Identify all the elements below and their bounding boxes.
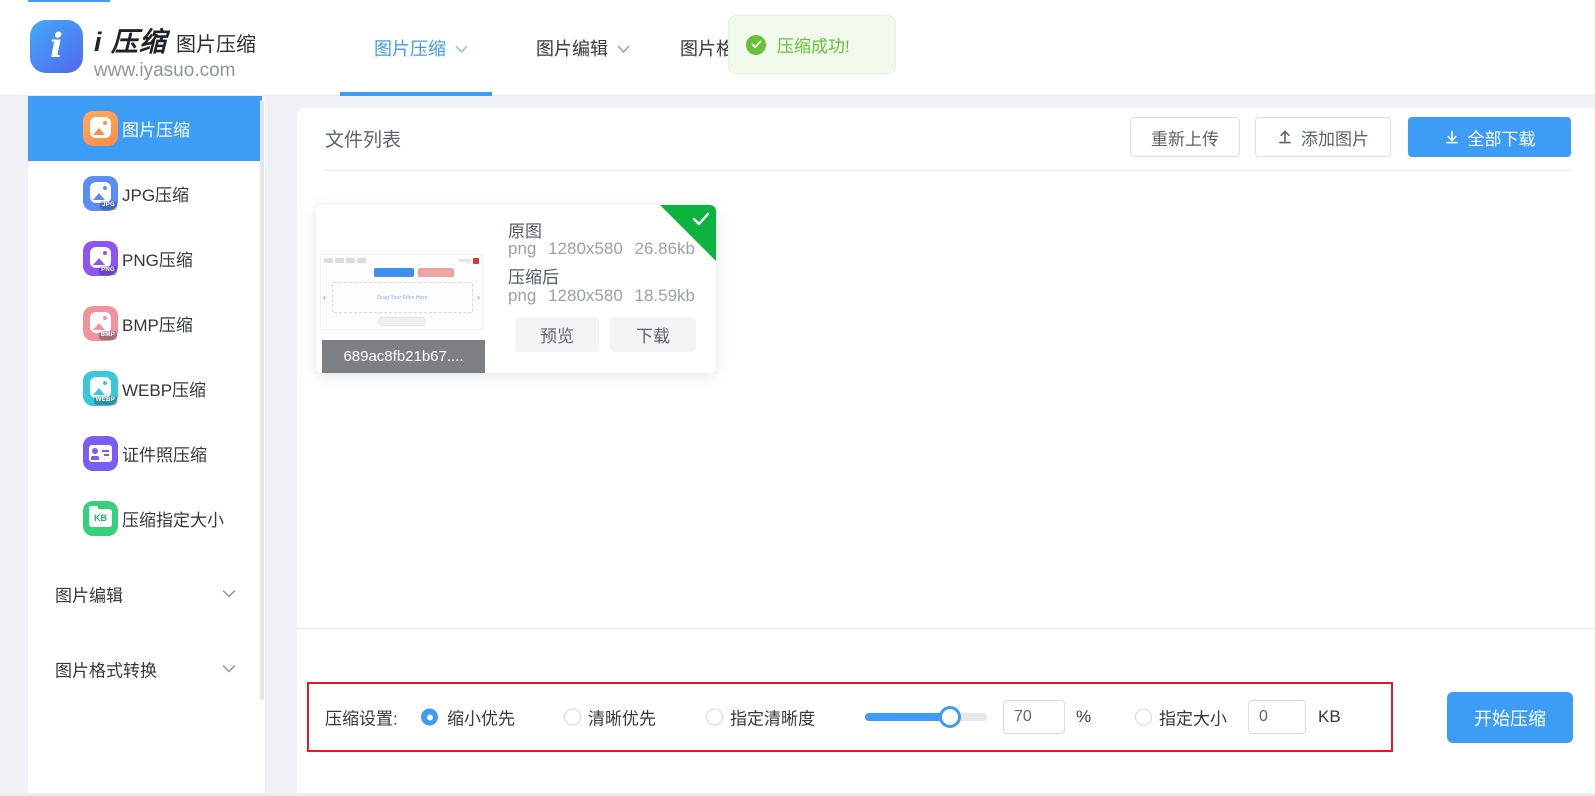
sidebar-item-label: BMP压缩 (122, 311, 193, 336)
preview-button[interactable]: 预览 (515, 317, 599, 352)
chevron-down-icon (222, 590, 236, 599)
nav-tab-label: 图片压缩 (374, 35, 446, 61)
thumb-close-icon (473, 258, 479, 264)
thumb-clear-button (418, 268, 454, 277)
success-check-icon (746, 35, 766, 55)
nav-tab-image-edit[interactable]: 图片编辑 (502, 0, 664, 96)
add-image-label: 添加图片 (1301, 125, 1369, 150)
success-toast: 压缩成功! (728, 15, 896, 74)
file-thumbnail[interactable]: Drag Your Files Here ‹ › (320, 254, 483, 330)
compressed-label: 压缩后 (508, 263, 559, 288)
filename-badge: 689ac8fb21b67.... (322, 340, 485, 373)
sidebar-item-label: PNG压缩 (122, 246, 193, 271)
sidebar-item-label: JPG压缩 (122, 181, 189, 206)
chevron-down-icon (222, 665, 236, 674)
kb-unit: KB (1318, 707, 1341, 727)
radio-custom-clarity[interactable] (706, 709, 723, 726)
reupload-button[interactable]: 重新上传 (1130, 117, 1240, 157)
main-panel: 文件列表 重新上传 添加图片 全部下载 Drag Your Files Here… (297, 108, 1595, 796)
sidebar-group-label: 图片格式转换 (55, 657, 157, 682)
thumb-upload-button (374, 268, 414, 277)
reupload-label: 重新上传 (1151, 125, 1219, 150)
toast-message: 压缩成功! (777, 32, 850, 57)
divider (325, 170, 1573, 171)
sidebar-item-label: 图片压缩 (122, 116, 190, 141)
sidebar-item-bmp-compress[interactable]: BMP BMP压缩 (28, 291, 262, 356)
sidebar-item-webp-compress[interactable]: WEBP WEBP压缩 (28, 356, 262, 421)
brand-title: i 压缩 (94, 20, 167, 59)
done-check-icon (692, 212, 710, 226)
page-title: 文件列表 (325, 125, 401, 152)
app-window: i i 压缩 图片压缩 www.iyasuo.com 图片压缩 图片编辑 图片格… (0, 0, 1595, 796)
sidebar-item-image-compress[interactable]: 图片压缩 (28, 96, 262, 161)
download-all-label: 全部下载 (1468, 125, 1536, 150)
add-image-button[interactable]: 添加图片 (1255, 117, 1391, 157)
upload-icon (1277, 129, 1293, 145)
logo-letter: i (50, 29, 63, 63)
thumb-dropzone: Drag Your Files Here (332, 282, 473, 313)
brand-logo[interactable]: i i 压缩 图片压缩 www.iyasuo.com (30, 20, 256, 82)
thumb-format-tags (324, 258, 366, 263)
sidebar-item-jpg-compress[interactable]: JPG JPG压缩 (28, 161, 262, 226)
jpg-icon: JPG (83, 176, 118, 211)
radio-shrink-label[interactable]: 缩小优先 (447, 705, 515, 730)
sidebar-scrollbar[interactable] (260, 100, 264, 700)
brand-url: www.iyasuo.com (94, 60, 256, 82)
thumb-right-arrow: › (477, 293, 480, 302)
thumb-left-arrow: ‹ (323, 293, 326, 302)
sidebar-group-label: 图片编辑 (55, 582, 123, 607)
sidebar: 图片压缩 JPG JPG压缩 PNG PNG压缩 BMP BMP压缩 WEBP … (28, 96, 265, 796)
file-card: Drag Your Files Here ‹ › 689ac8fb21b67..… (316, 205, 716, 373)
radio-custom-size[interactable] (1135, 709, 1152, 726)
radio-clarity-label[interactable]: 清晰优先 (588, 705, 656, 730)
slider-handle[interactable] (939, 706, 961, 728)
thumb-hint-text: Drag Your Files Here (377, 295, 427, 301)
sidebar-group-image-convert[interactable]: 图片格式转换 (28, 649, 262, 689)
clarity-slider[interactable] (865, 713, 987, 721)
settings-label: 压缩设置: (325, 705, 398, 730)
progress-sliver (28, 0, 110, 2)
thumb-download-pill (378, 317, 426, 326)
sidebar-item-compress-to-size[interactable]: KB 压缩指定大小 (28, 486, 262, 551)
chevron-down-icon (617, 45, 630, 54)
size-kb-input[interactable] (1248, 700, 1306, 734)
nav-tab-label: 图片编辑 (536, 35, 608, 61)
nav-tab-image-compress[interactable]: 图片压缩 (340, 0, 502, 96)
image-compress-icon (83, 111, 118, 146)
slider-fill (865, 713, 950, 721)
sidebar-group-image-edit[interactable]: 图片编辑 (28, 574, 262, 614)
clarity-percent-input[interactable] (1003, 700, 1065, 734)
file-download-button[interactable]: 下载 (610, 317, 696, 352)
sidebar-item-png-compress[interactable]: PNG PNG压缩 (28, 226, 262, 291)
sidebar-item-label: 证件照压缩 (122, 441, 207, 466)
radio-custom-size-label[interactable]: 指定大小 (1159, 705, 1227, 730)
download-all-button[interactable]: 全部下载 (1408, 117, 1571, 157)
bmp-icon: BMP (83, 306, 118, 341)
chevron-down-icon (455, 45, 468, 54)
sidebar-item-id-photo-compress[interactable]: 证件照压缩 (28, 421, 262, 486)
sidebar-item-label: 压缩指定大小 (122, 506, 224, 531)
percent-unit: % (1076, 707, 1091, 727)
webp-icon: WEBP (83, 371, 118, 406)
sidebar-item-label: WEBP压缩 (122, 376, 206, 401)
logo-icon: i (30, 20, 83, 73)
brand-subtitle: 图片压缩 (176, 28, 256, 57)
png-icon: PNG (83, 241, 118, 276)
download-icon (1444, 129, 1460, 145)
start-compress-button[interactable]: 开始压缩 (1447, 692, 1573, 743)
radio-shrink-priority[interactable] (421, 709, 438, 726)
kb-folder-icon: KB (83, 501, 118, 536)
divider (297, 628, 1595, 629)
radio-custom-clarity-label[interactable]: 指定清晰度 (730, 705, 815, 730)
id-photo-icon (83, 436, 118, 471)
compressed-info: png 1280x580 18.59kb (508, 286, 695, 306)
radio-clarity-priority[interactable] (564, 709, 581, 726)
